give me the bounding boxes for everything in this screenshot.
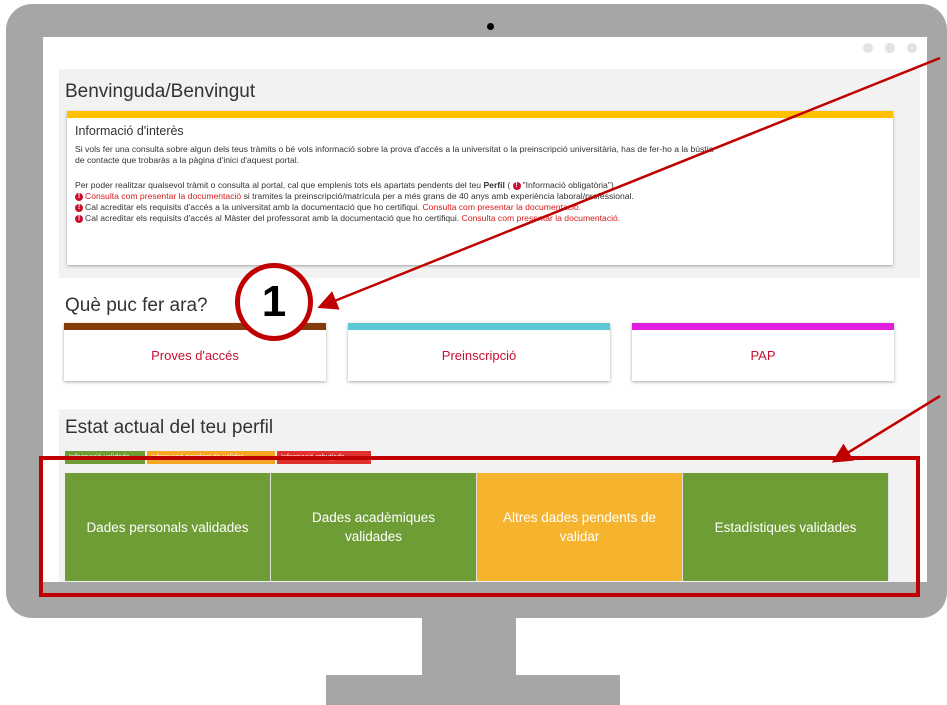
card-color-bar	[632, 323, 894, 330]
info-box: Informació d'interès Si vols fer una con…	[67, 111, 893, 265]
info-title: Informació d'interès	[75, 124, 184, 138]
dot-icon	[907, 43, 917, 53]
info-line: de contacte que trobaràs a la pàgina d'i…	[75, 155, 300, 165]
preinscripcio-card[interactable]: Preinscripció	[348, 323, 610, 381]
monitor-stand-base	[326, 675, 620, 705]
actions-title: Què puc fer ara?	[65, 295, 208, 316]
doc-link[interactable]: Consulta com presentar la documentació.	[462, 213, 621, 223]
profile-link[interactable]: Perfil	[483, 180, 505, 190]
info-item: ! Cal acreditar els requisits d'accés al …	[75, 213, 620, 224]
info-line: Si vols fer una consulta sobre algun del…	[75, 144, 714, 154]
doc-link[interactable]: Consulta com presentar la documentació	[85, 191, 241, 201]
webcam-dot	[487, 23, 494, 30]
info-item: ! Consulta com presentar la documentació …	[75, 191, 634, 202]
page-title: Benvinguda/Benvingut	[65, 81, 256, 102]
exclamation-icon: !	[512, 181, 521, 190]
dot-icon	[863, 43, 873, 53]
step-number-callout: 1	[235, 263, 313, 341]
monitor-stand-neck	[422, 618, 516, 682]
profile-title: Estat actual del teu perfil	[65, 417, 274, 438]
card-color-bar	[348, 323, 610, 330]
exclamation-icon: !	[75, 192, 83, 201]
exclamation-icon: !	[75, 203, 83, 212]
info-item: ! Cal acreditar els requisits d'accés a l…	[75, 202, 581, 213]
welcome-section: Benvinguda/Benvingut Informació d'interè…	[59, 69, 920, 278]
dot-icon	[885, 43, 895, 53]
pap-card[interactable]: PAP	[632, 323, 894, 381]
window-dots	[863, 43, 917, 53]
highlight-box	[39, 456, 920, 597]
actions-section: Què puc fer ara? Proves d'accés Preinscr…	[59, 287, 920, 397]
exclamation-icon: !	[75, 214, 83, 223]
doc-link[interactable]: Consulta com presentar la documentació.	[422, 202, 581, 212]
info-line-profile: Per poder realitzar qualsevol tràmit o c…	[75, 180, 617, 190]
